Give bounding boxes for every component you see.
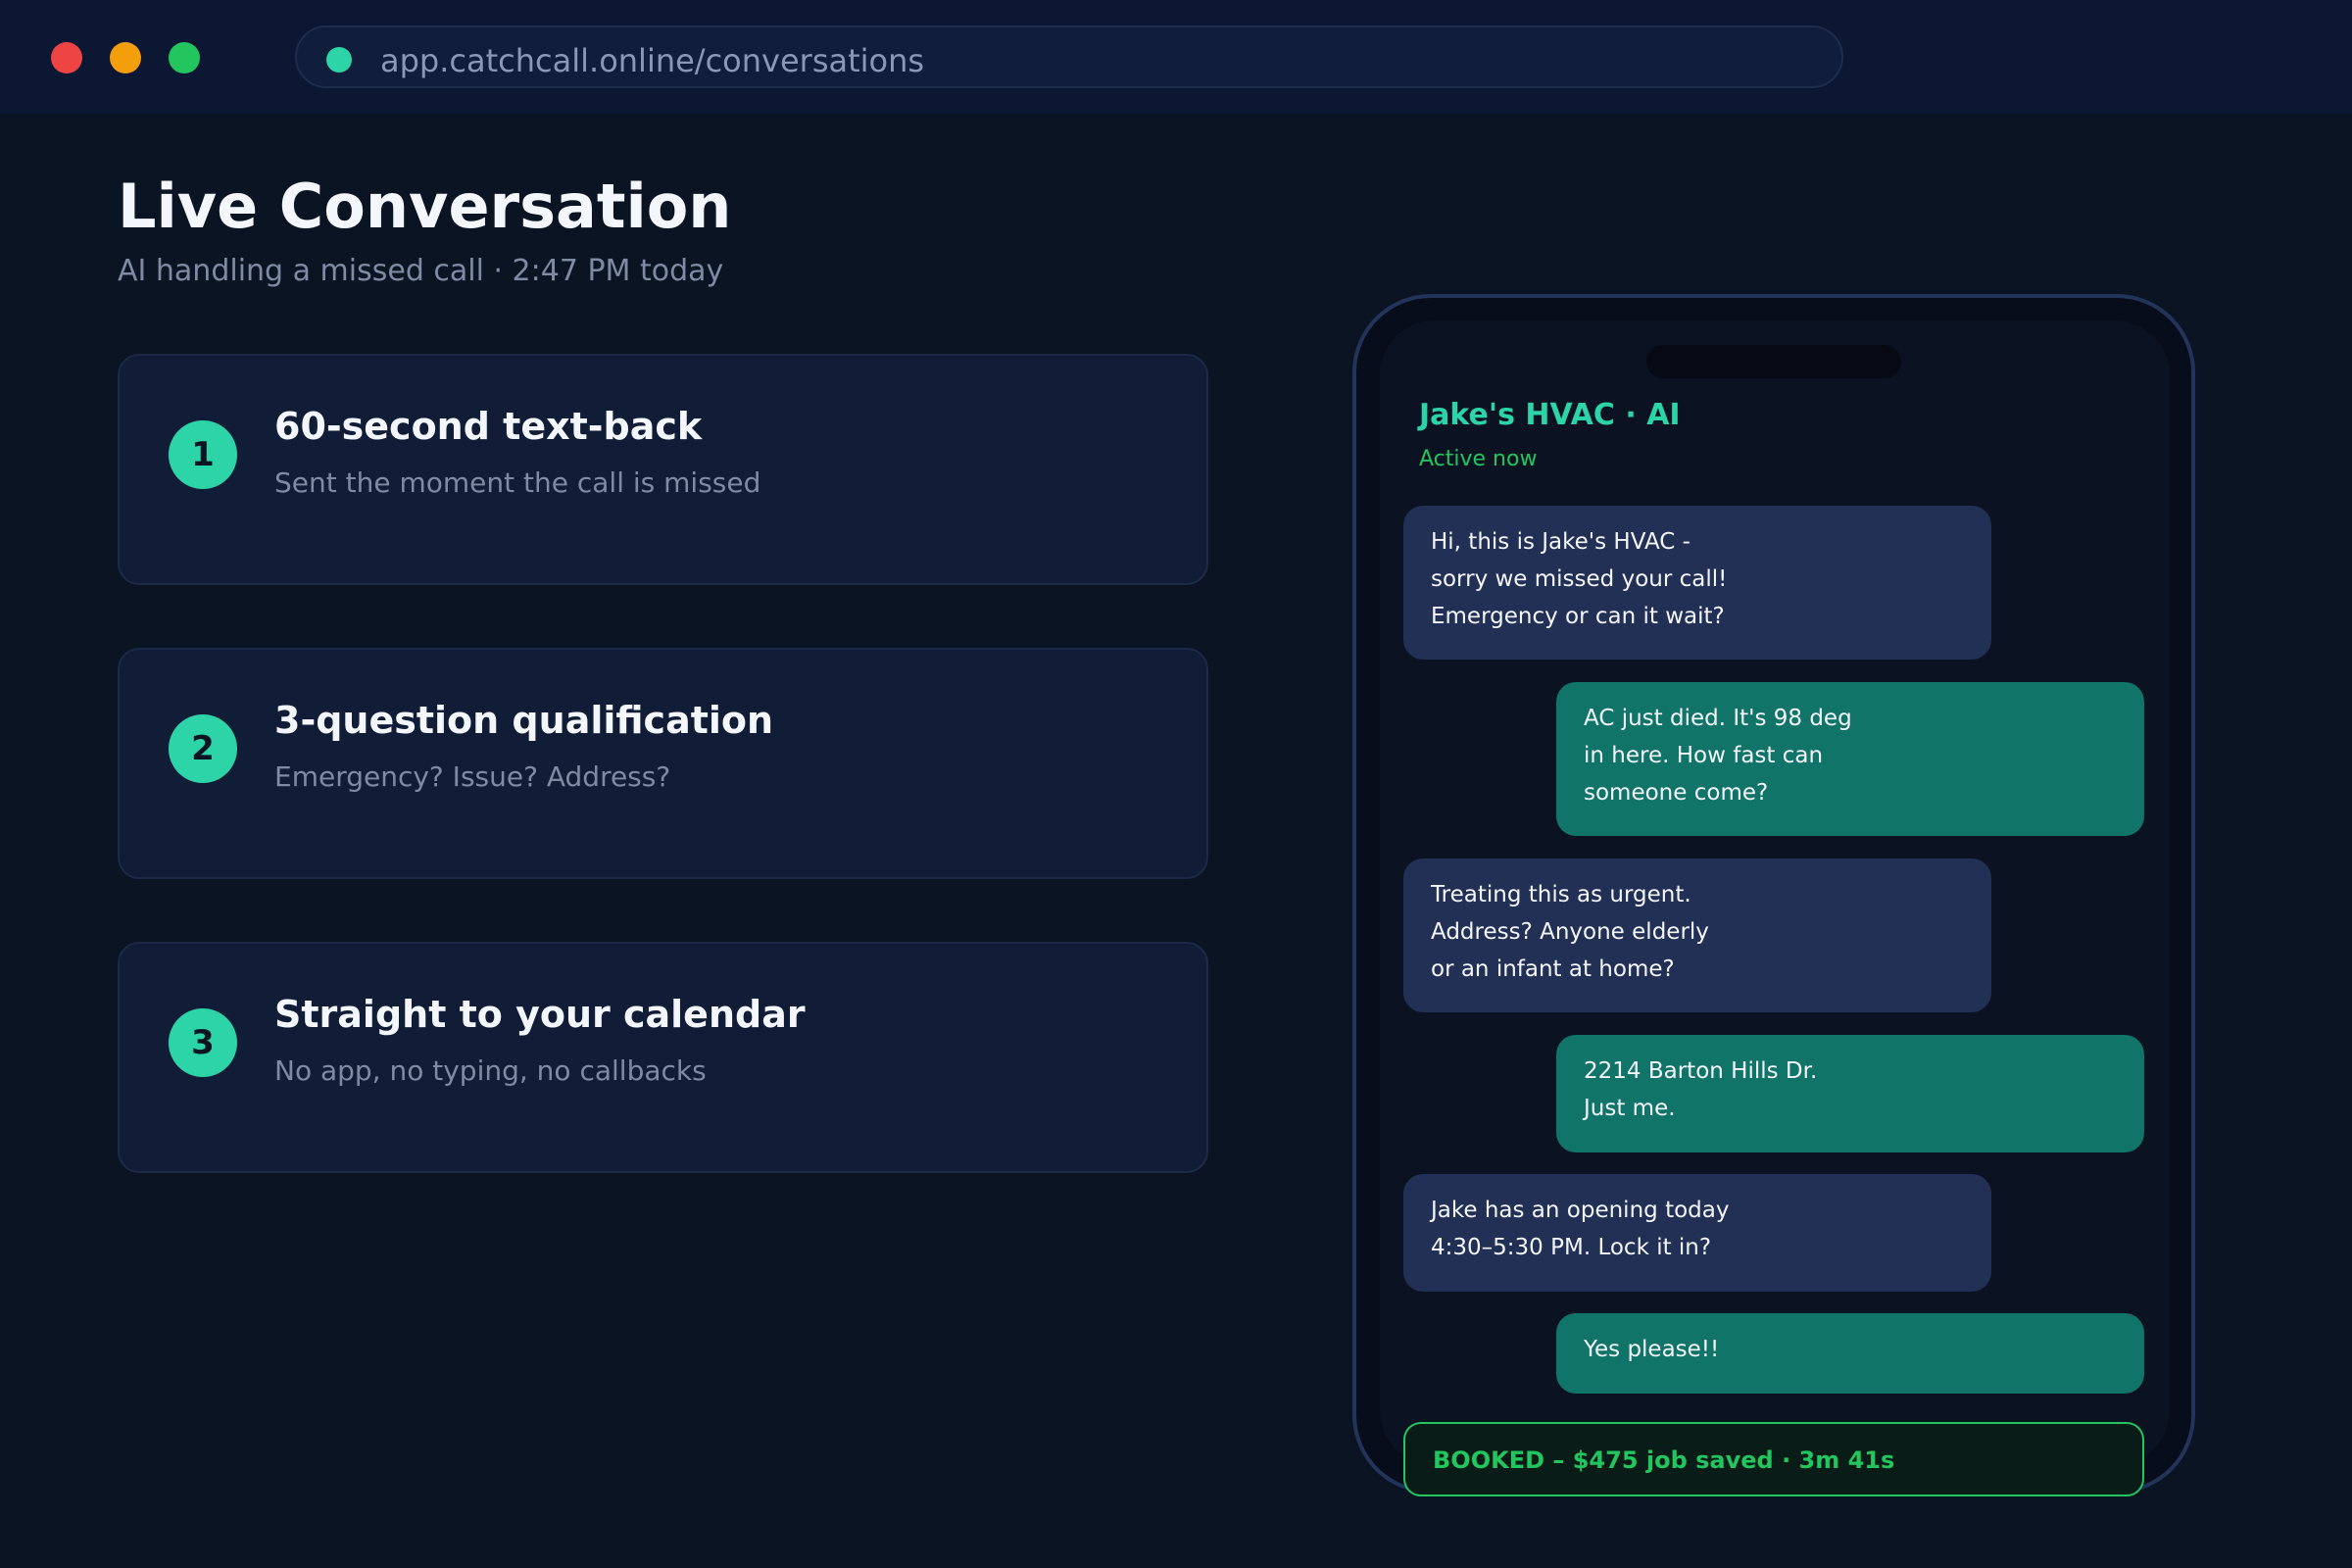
step-card-1: 1 60-second text-back Sent the moment th… (118, 354, 1208, 585)
step-number-badge: 1 (169, 420, 237, 489)
minimize-window-button[interactable] (110, 42, 141, 74)
contact-status: Active now (1419, 447, 1538, 471)
step-number-badge: 3 (169, 1008, 237, 1077)
step-title: 60-second text-back (274, 405, 703, 448)
page-title: Live Conversation (118, 171, 732, 242)
secure-status-icon (326, 47, 352, 73)
message-bubble-ai: Hi, this is Jake's HVAC - sorry we misse… (1403, 506, 1991, 660)
page-subtitle: AI handling a missed call · 2:47 PM toda… (118, 254, 724, 288)
maximize-window-button[interactable] (169, 42, 200, 74)
message-bubble-customer: 2214 Barton Hills Dr. Just me. (1556, 1035, 2144, 1152)
browser-toolbar: app.catchcall.online/conversations (0, 0, 2352, 114)
close-window-button[interactable] (51, 42, 82, 74)
step-title: 3-question qualification (274, 699, 774, 742)
step-title: Straight to your calendar (274, 993, 806, 1036)
contact-name: Jake's HVAC · AI (1419, 398, 1681, 432)
step-card-3: 3 Straight to your calendar No app, no t… (118, 942, 1208, 1173)
step-description: Emergency? Issue? Address? (274, 760, 671, 793)
message-bubble-customer: Yes please!! (1556, 1313, 2144, 1394)
phone-notch (1646, 345, 1901, 378)
step-number-badge: 2 (169, 714, 237, 783)
message-bubble-ai: Jake has an opening today 4:30–5:30 PM. … (1403, 1174, 1991, 1292)
app-window: app.catchcall.online/conversations Live … (0, 0, 2352, 1568)
url-text[interactable]: app.catchcall.online/conversations (380, 41, 924, 80)
step-card-2: 2 3-question qualification Emergency? Is… (118, 648, 1208, 879)
message-bubble-customer: AC just died. It's 98 deg in here. How f… (1556, 682, 2144, 836)
step-description: No app, no typing, no callbacks (274, 1054, 707, 1087)
message-bubble-ai: Treating this as urgent. Address? Anyone… (1403, 858, 1991, 1012)
step-description: Sent the moment the call is missed (274, 466, 761, 499)
booked-banner: BOOKED – $475 job saved · 3m 41s (1403, 1422, 2144, 1496)
